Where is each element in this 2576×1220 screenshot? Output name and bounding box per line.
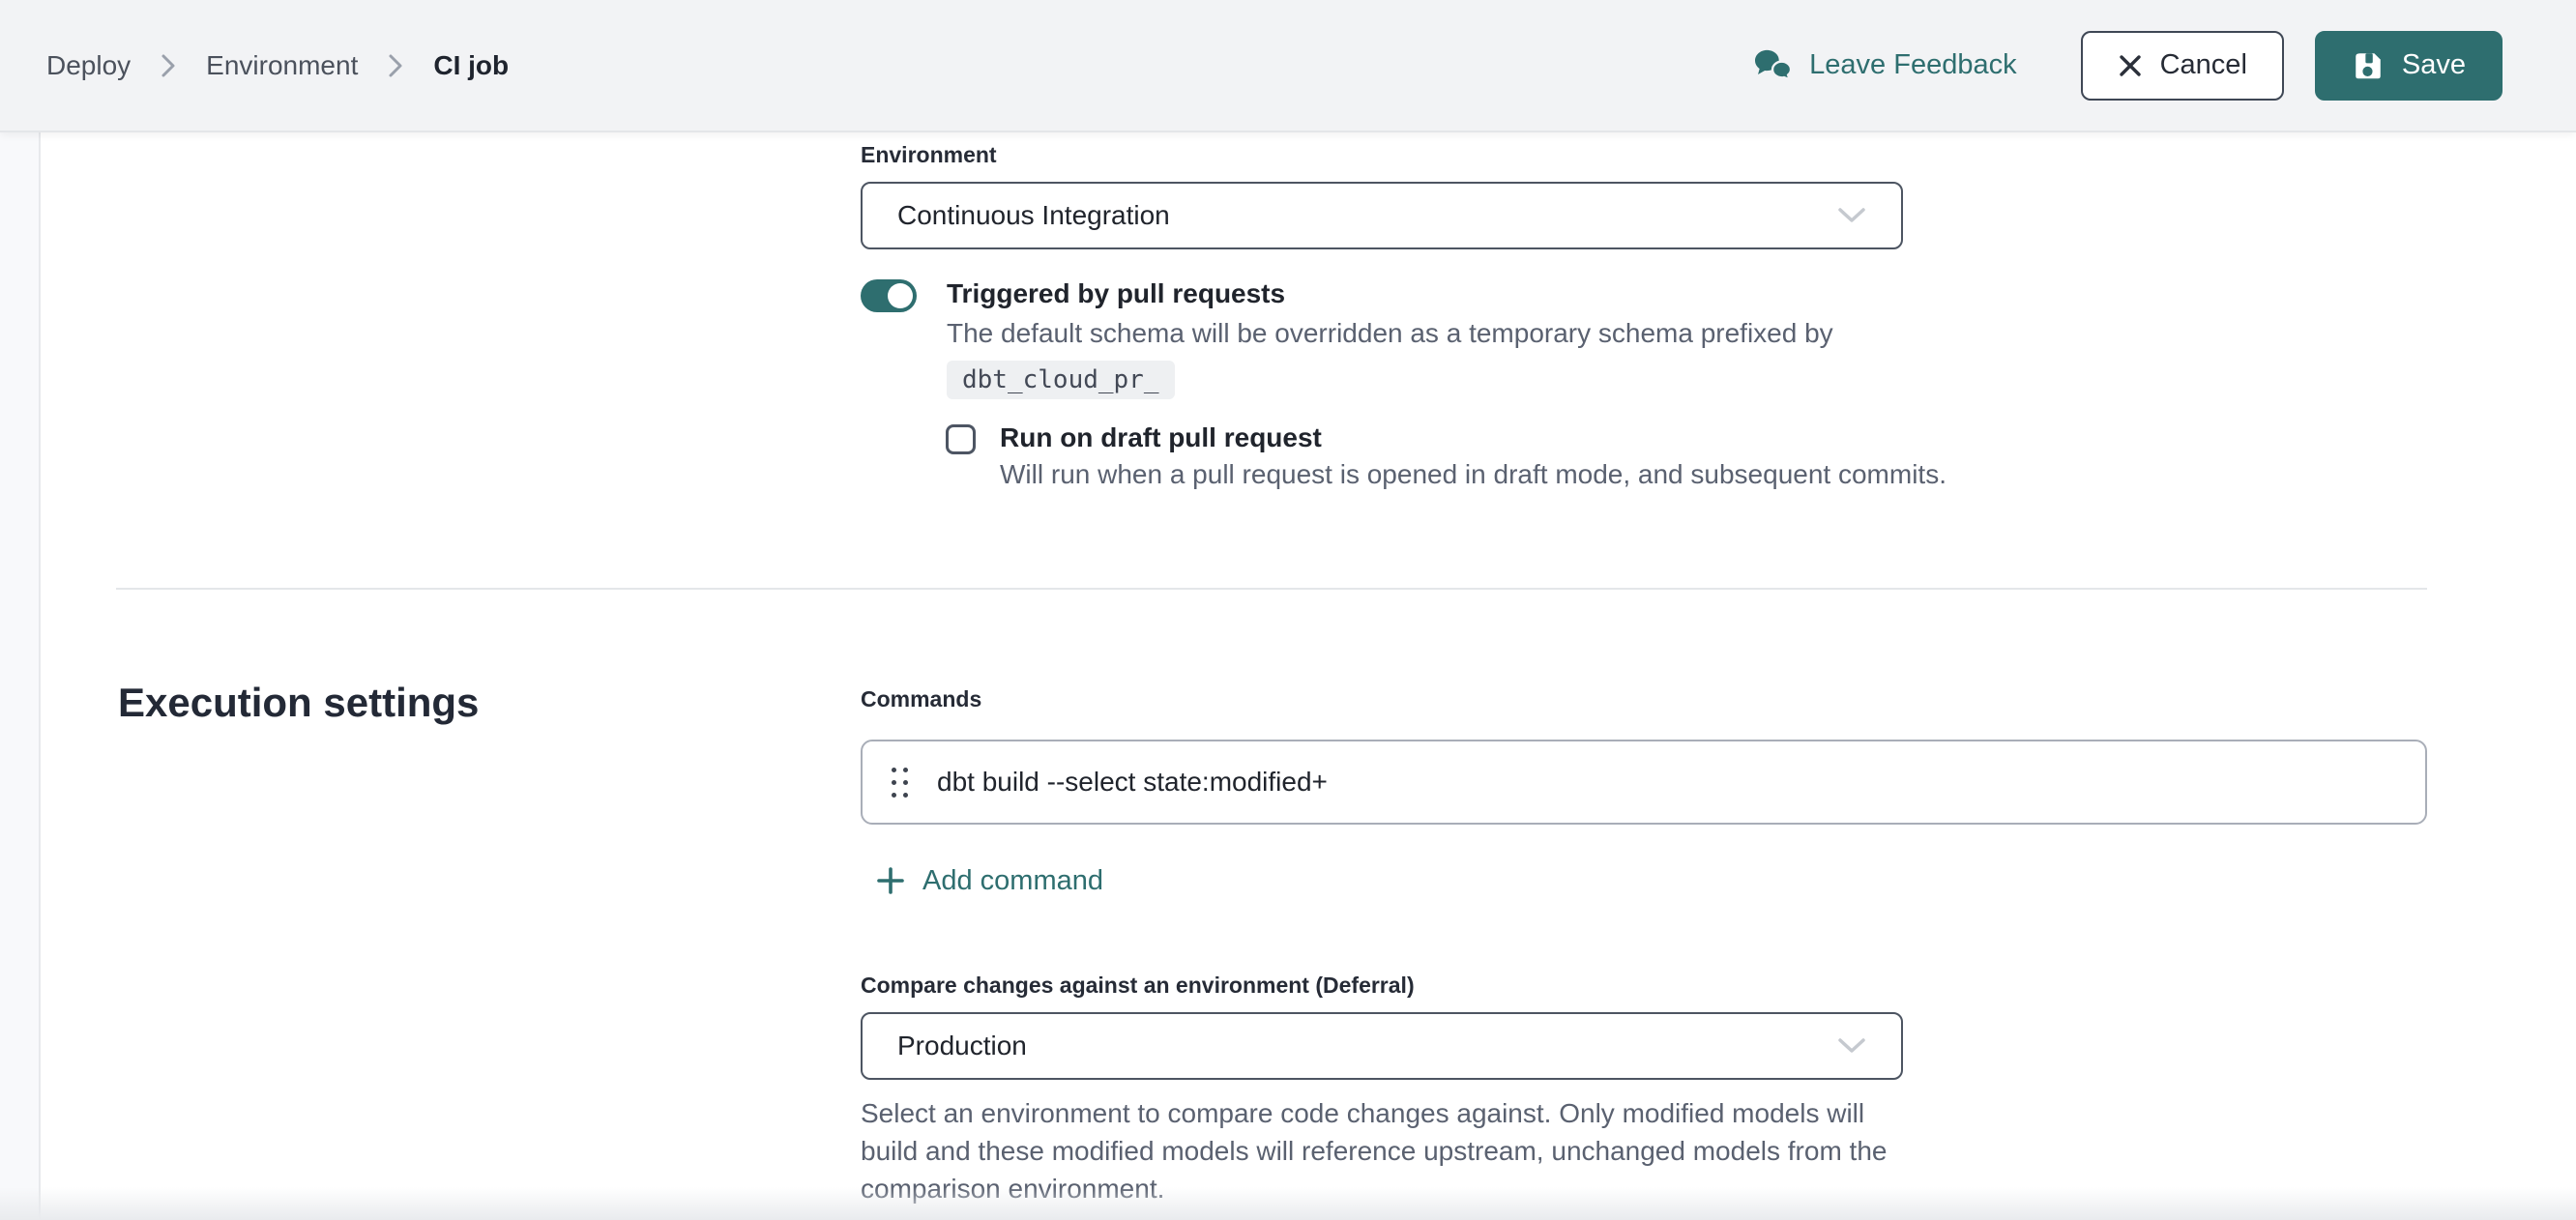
- cancel-button-label: Cancel: [2160, 49, 2247, 81]
- command-text: dbt build --select state:modified+: [937, 767, 1328, 798]
- save-button-label: Save: [2402, 49, 2466, 81]
- breadcrumb-deploy[interactable]: Deploy: [46, 50, 131, 81]
- deferral-field-label: Compare changes against an environment (…: [861, 973, 1415, 999]
- leave-feedback-link[interactable]: Leave Feedback: [1753, 47, 2016, 84]
- save-button[interactable]: Save: [2315, 31, 2503, 101]
- save-floppy-icon: [2352, 49, 2385, 82]
- environment-select[interactable]: Continuous Integration: [861, 182, 1903, 249]
- main-content: Environment Continuous Integration Trigg…: [0, 132, 2576, 1220]
- chevron-right-icon: [160, 52, 177, 79]
- top-header-bar: Deploy Environment CI job Leave Feedback…: [0, 0, 2576, 132]
- bottom-scroll-fade: [0, 1187, 2576, 1220]
- add-command-label: Add command: [922, 865, 1103, 897]
- draft-pull-request-checkbox[interactable]: [946, 424, 976, 454]
- draft-checkbox-row: Run on draft pull request Will run when …: [946, 421, 1947, 495]
- execution-settings-title: Execution settings: [118, 680, 479, 726]
- deferral-select[interactable]: Production: [861, 1012, 1903, 1080]
- chevron-down-icon: [1837, 1037, 1866, 1055]
- draft-text-block: Run on draft pull request Will run when …: [1000, 421, 1947, 495]
- environment-field-label: Environment: [861, 142, 997, 168]
- trigger-toggle-row: Triggered by pull requests The default s…: [861, 277, 1833, 399]
- deferral-select-value: Production: [897, 1031, 1027, 1061]
- schema-prefix-code-chip: dbt_cloud_pr_: [947, 361, 1175, 399]
- section-divider: [116, 588, 2427, 590]
- toggle-knob: [888, 283, 913, 308]
- leave-feedback-label: Leave Feedback: [1809, 49, 2016, 81]
- chevron-down-icon: [1837, 207, 1866, 224]
- cancel-button[interactable]: Cancel: [2081, 31, 2284, 101]
- breadcrumb-ci-job: CI job: [433, 50, 509, 81]
- trigger-toggle-description: The default schema will be overridden as…: [947, 313, 1833, 354]
- breadcrumb: Deploy Environment CI job: [46, 50, 509, 81]
- environment-select-value: Continuous Integration: [897, 200, 1170, 231]
- close-icon: [2118, 53, 2143, 78]
- trigger-toggle[interactable]: [861, 279, 917, 312]
- left-rail: [0, 132, 41, 1220]
- chevron-right-icon: [387, 52, 404, 79]
- add-command-button[interactable]: Add command: [876, 864, 1103, 897]
- commands-label: Commands: [861, 686, 981, 712]
- draft-checkbox-description: Will run when a pull request is opened i…: [1000, 454, 1947, 495]
- plus-icon: [876, 866, 905, 895]
- breadcrumb-environment[interactable]: Environment: [206, 50, 358, 81]
- drag-handle-icon[interactable]: [892, 768, 908, 798]
- trigger-text-block: Triggered by pull requests The default s…: [947, 277, 1833, 399]
- feedback-chat-bubbles-icon: [1753, 47, 1794, 84]
- command-input-row[interactable]: dbt build --select state:modified+: [861, 740, 2427, 825]
- trigger-toggle-label: Triggered by pull requests: [947, 277, 1833, 310]
- draft-checkbox-label: Run on draft pull request: [1000, 421, 1947, 454]
- header-actions: Leave Feedback Cancel Save: [1753, 31, 2503, 101]
